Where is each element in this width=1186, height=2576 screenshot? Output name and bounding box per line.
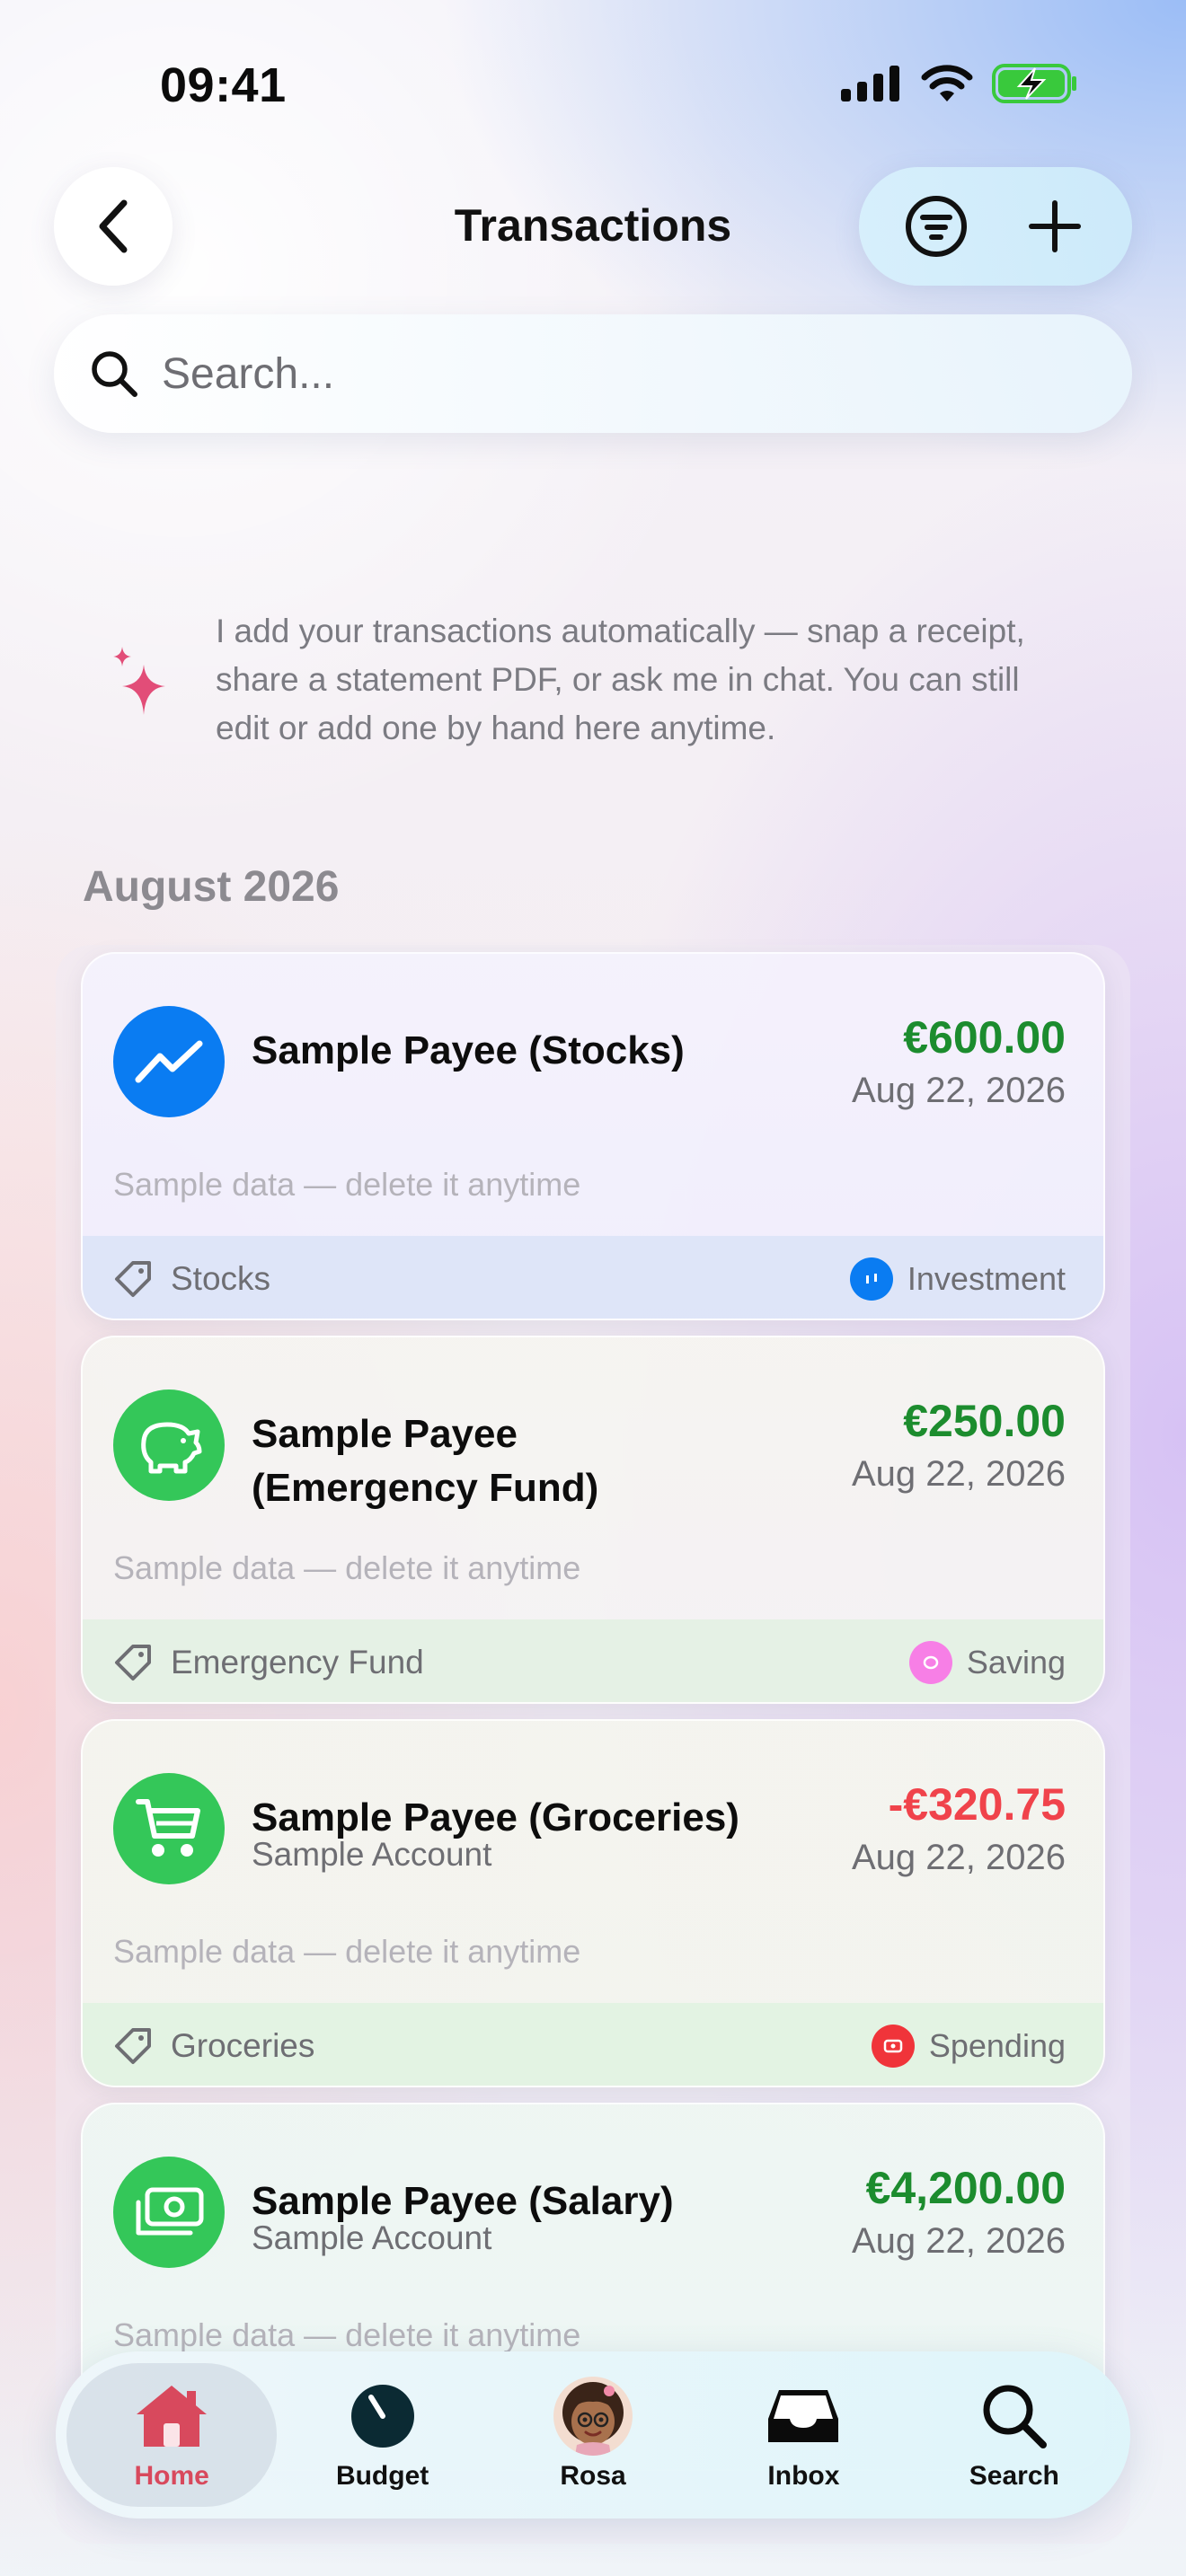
type-label: Spending xyxy=(928,2027,1066,2064)
transaction-date: Aug 22, 2026 xyxy=(852,1838,1066,1877)
avatar xyxy=(553,2377,633,2456)
transaction-note: Sample data — delete it anytime xyxy=(113,1549,581,1586)
search-input[interactable] xyxy=(162,348,1060,399)
tab-budget[interactable]: Budget xyxy=(277,2363,487,2507)
add-transaction-button[interactable] xyxy=(1005,177,1104,276)
transaction-date: Aug 22, 2026 xyxy=(852,2221,1066,2261)
inbox-tray-icon xyxy=(768,2390,839,2442)
status-icons xyxy=(841,63,1078,104)
status-time: 09:41 xyxy=(160,58,287,112)
tab-search-label: Search xyxy=(969,2461,1059,2491)
tab-rosa-label: Rosa xyxy=(560,2461,626,2491)
transaction-note: Sample data — delete it anytime xyxy=(113,1933,581,1970)
account-name: Sample Account xyxy=(252,2219,492,2256)
type-label: Investment xyxy=(907,1260,1066,1297)
transaction-card[interactable]: Sample Payee (Groceries) Sample Account … xyxy=(81,1719,1105,2087)
search-icon xyxy=(983,2385,1047,2448)
category-tag[interactable]: Stocks xyxy=(113,1259,270,1299)
category-label: Groceries xyxy=(171,2027,315,2064)
tag-icon xyxy=(115,1261,151,1297)
chart-line-icon xyxy=(113,1006,225,1117)
tab-budget-label: Budget xyxy=(335,2461,429,2491)
transaction-note: Sample data — delete it anytime xyxy=(113,2316,581,2353)
category-label: Emergency Fund xyxy=(171,1644,424,1681)
sparkles-icon xyxy=(113,647,165,715)
transaction-card[interactable]: Sample Payee (Stocks) €600.00 Aug 22, 20… xyxy=(81,952,1105,1320)
info-text: I add your transactions automatically — … xyxy=(216,613,1025,746)
tag-icon xyxy=(115,1645,151,1681)
filter-button[interactable] xyxy=(887,177,986,276)
account-name: Sample Account xyxy=(252,1836,492,1873)
tab-inbox-label: Inbox xyxy=(767,2461,840,2491)
tab-bar: Home Budget Rosa Inbox Search xyxy=(56,2351,1130,2519)
plus-icon xyxy=(1029,200,1081,252)
type-badge: Saving xyxy=(908,1641,1066,1684)
investment-icon xyxy=(849,1257,893,1301)
tag-icon xyxy=(115,2028,151,2064)
tab-inbox[interactable]: Inbox xyxy=(698,2363,908,2507)
amount: €600.00 xyxy=(903,1012,1066,1063)
money-bill-icon xyxy=(113,2157,225,2268)
card-footer: Groceries Spending xyxy=(83,2003,1103,2086)
filter-icon xyxy=(906,196,967,257)
gauge-icon xyxy=(350,2385,414,2448)
tab-rosa[interactable]: Rosa xyxy=(488,2363,698,2507)
category-label: Stocks xyxy=(171,1260,271,1297)
card-footer: Stocks Investment xyxy=(83,1236,1103,1319)
category-tag[interactable]: Emergency Fund xyxy=(113,1643,424,1682)
search-icon xyxy=(92,351,137,397)
type-badge: Investment xyxy=(849,1257,1066,1301)
category-tag[interactable]: Groceries xyxy=(113,2026,314,2066)
shopping-cart-icon xyxy=(113,1773,225,1884)
search-bar xyxy=(54,314,1132,433)
header-actions xyxy=(859,167,1132,286)
home-icon xyxy=(137,2386,208,2447)
cellular-signal-icon xyxy=(841,66,899,101)
tab-home[interactable]: Home xyxy=(66,2363,278,2507)
section-header: August 2026 xyxy=(83,863,340,911)
saving-icon xyxy=(908,1641,952,1684)
tab-search[interactable]: Search xyxy=(909,2363,1120,2507)
spending-icon xyxy=(871,2025,915,2068)
wifi-icon xyxy=(921,65,973,101)
battery-charging-icon xyxy=(992,64,1076,103)
transaction-date: Aug 22, 2026 xyxy=(852,1071,1066,1110)
type-label: Saving xyxy=(966,1644,1066,1681)
transaction-date: Aug 22, 2026 xyxy=(852,1454,1066,1494)
payee-name: Sample Payee (Emergency Fund) xyxy=(252,1412,599,1510)
amount: -€320.75 xyxy=(888,1779,1066,1830)
payee-name: Sample Payee (Stocks) xyxy=(252,1028,685,1072)
transaction-card[interactable]: Sample Payee (Emergency Fund) €250.00 Au… xyxy=(81,1336,1105,1704)
piggy-bank-icon xyxy=(113,1389,225,1501)
tab-home-label: Home xyxy=(134,2461,209,2491)
card-footer: Emergency Fund Saving xyxy=(83,1619,1103,1702)
amount: €4,200.00 xyxy=(865,2163,1066,2213)
amount: €250.00 xyxy=(903,1396,1066,1446)
type-badge: Spending xyxy=(871,2025,1066,2068)
transaction-note: Sample data — delete it anytime xyxy=(113,1166,581,1203)
